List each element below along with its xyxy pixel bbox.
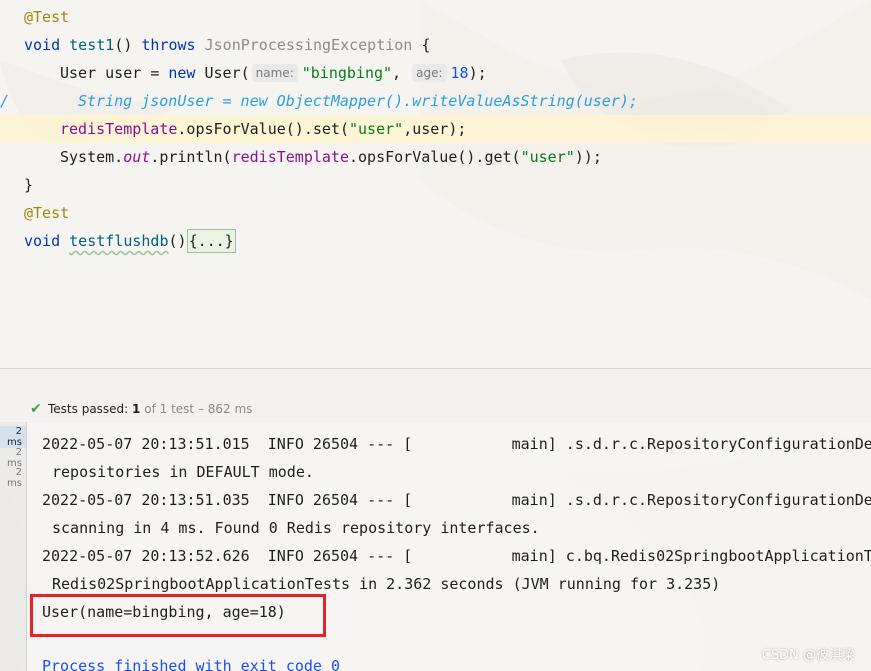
var-name: user [105,64,142,82]
println-call: System.out.println(redisTemplate.opsForV… [60,143,602,171]
open-brace: { [421,36,431,54]
console-cut-line: ' ' ' ' [42,422,368,426]
new-keyword: new [168,64,196,82]
log-line-3: 2022-05-07 20:13:51.035 INFO 26504 --- [… [42,491,871,509]
paren: () [114,36,133,54]
redis-set-call: redisTemplate.opsForValue().set("user",u… [60,115,466,143]
method-name-2: testflushdb [69,232,169,250]
folded-code-block[interactable]: {...} [186,229,236,253]
set-call: .opsForValue().set( [177,120,349,138]
run-toolbar [0,368,871,397]
type-name: User [60,64,97,82]
method-signature-2: void testflushdb() {...} [24,227,236,255]
number-literal: 18 [450,64,469,82]
close-call-2: )); [574,148,602,166]
duration-2[interactable]: 2 ms [0,447,22,469]
test-tree-pane[interactable]: 2 ms 2 ms 2 ms [0,422,27,671]
paren-2: () [168,232,187,250]
code-line-2: void test1() throws JsonProcessingExcept… [0,31,871,59]
watermark: CSDN @彼淇梁 [761,648,855,663]
user-declaration: User user = new User(name: "bingbing", ag… [60,59,487,87]
log-line-1: 2022-05-07 20:13:51.015 INFO 26504 --- [… [42,435,871,453]
void-keyword-2: void [24,232,61,250]
param-hint-name: name: [251,64,298,82]
void-keyword: void [24,36,61,54]
code-line-5-current: redisTemplate.opsForValue().set("user",u… [0,115,871,143]
highlight-box [30,594,326,637]
comma: , [392,64,402,82]
commented-code: String jsonUser = new ObjectMapper().wri… [78,92,638,110]
assign-op: = [150,64,160,82]
test-status-bar: ✔ Tests passed: 1 of 1 test – 862 ms [0,396,871,423]
system-class: System. [60,148,124,166]
comment-gutter-mark: / [0,92,10,110]
test-status-text: Tests passed: 1 of 1 test – 862 ms [48,396,252,422]
code-editor[interactable]: @Test void test1() throws JsonProcessing… [0,0,871,368]
method-signature: void test1() throws JsonProcessingExcept… [24,31,430,59]
method-name: test1 [69,36,115,54]
duration-3[interactable]: 2 ms [0,467,22,489]
key-literal-2: "user" [520,148,575,166]
code-line-6: System.out.println(redisTemplate.opsForV… [0,143,871,171]
println: .println( [150,148,232,166]
test-time: – 862 ms [197,402,253,416]
code-line-4: / String jsonUser = new ObjectMapper().w… [0,87,871,115]
out-field: out [123,148,151,166]
code-line-1: @Test [0,3,871,31]
status-label: Tests passed: [48,402,129,416]
close-call: ); [468,64,487,82]
log-line-5: 2022-05-07 20:13:52.626 INFO 26504 --- [… [42,547,871,565]
exit-code-line: Process finished with exit code 0 [42,657,341,671]
test-annotation-2: @Test [24,204,70,222]
close-brace: } [24,176,34,194]
duration-1[interactable]: 2 ms [0,426,26,448]
constructor-call: User( [204,64,250,82]
redis-template-field-2: redisTemplate [231,148,349,166]
exception-type: JsonProcessingException [204,36,413,54]
param-hint-age: age: [412,64,447,82]
code-line-7: } [0,171,871,199]
check-icon: ✔ [30,401,42,417]
code-line-8: @Test [0,199,871,227]
test-total: of 1 test [144,402,195,416]
set-args: ,user); [403,120,467,138]
passed-count: 1 [132,402,141,416]
key-literal: "user" [349,120,404,138]
log-line-4: scanning in 4 ms. Found 0 Redis reposito… [52,519,540,537]
string-literal: "bingbing" [301,64,393,82]
code-line-3: User user = new User(name: "bingbing", ag… [0,59,871,87]
code-line-9: void testflushdb() {...} [0,227,871,255]
throws-keyword: throws [141,36,196,54]
test-annotation: @Test [24,8,70,26]
redis-template-field: redisTemplate [60,120,178,138]
get-call: .opsForValue().get( [349,148,521,166]
log-line-2: repositories in DEFAULT mode. [52,463,314,481]
